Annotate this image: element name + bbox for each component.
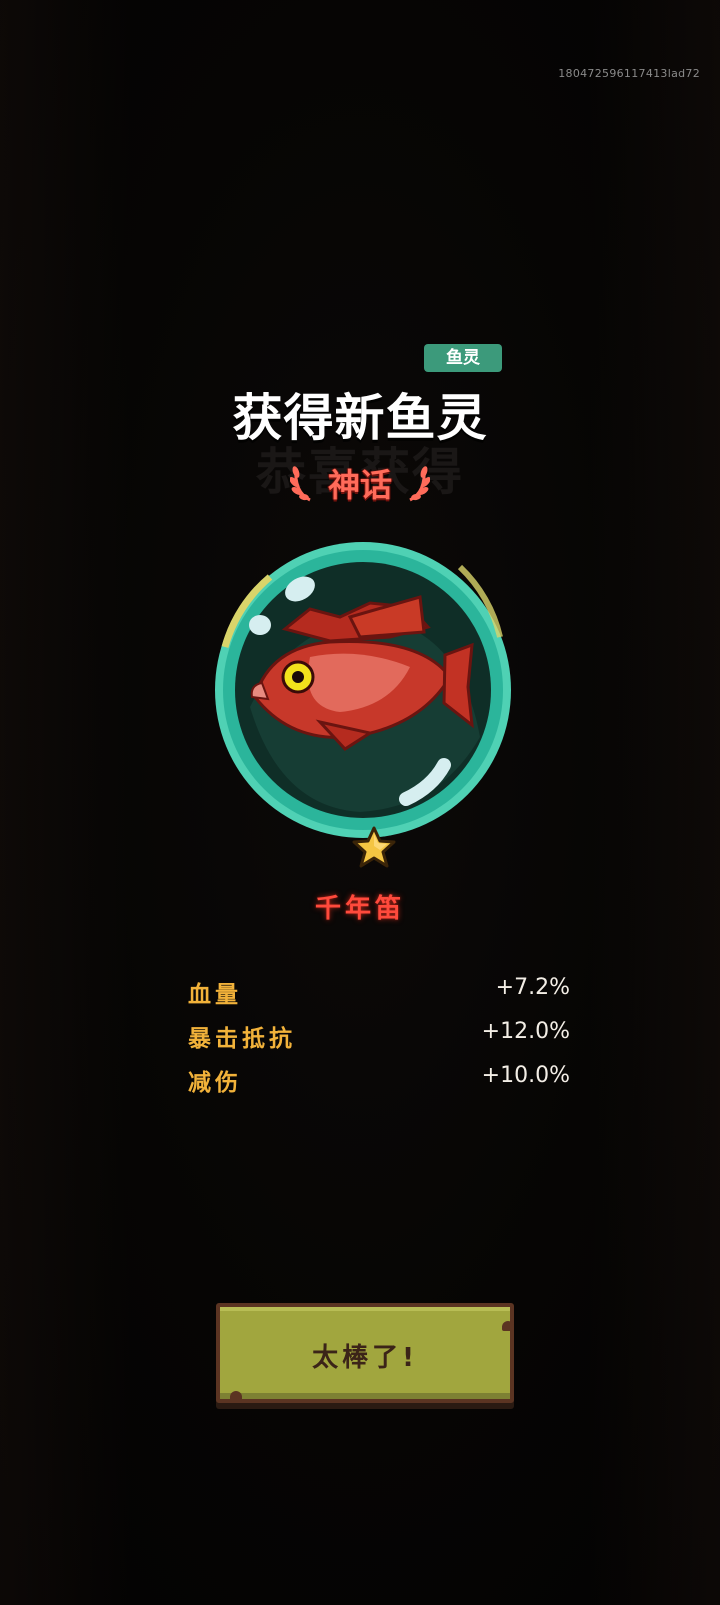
stats-list: 血量 +7.2% 暴击抵抗 +12.0% 减伤 +10.0% <box>188 975 570 1107</box>
bolt-decoration <box>230 1391 242 1401</box>
page-title: 获得新鱼灵 <box>232 389 488 447</box>
category-tag: 鱼灵 <box>424 344 502 372</box>
rarity-badge: 神话 <box>290 458 430 506</box>
fish-name: 千年笛 <box>314 894 405 924</box>
stat-name: 暴击抵抗 <box>188 1026 296 1052</box>
stat-value: +7.2% <box>495 975 570 1000</box>
stat-row: 血量 +7.2% <box>188 975 570 1019</box>
stat-row: 暴击抵抗 +12.0% <box>188 1019 570 1063</box>
stat-value: +10.0% <box>481 1063 570 1088</box>
stat-name: 减伤 <box>188 1070 242 1096</box>
laurel-right-icon <box>409 466 430 502</box>
fish-bubble <box>215 542 511 838</box>
star-icon <box>352 826 396 868</box>
confirm-button-label: 太棒了! <box>312 1343 418 1373</box>
stat-value: +12.0% <box>481 1019 570 1044</box>
rarity-label: 神话 <box>327 466 392 504</box>
stat-row: 减伤 +10.0% <box>188 1063 570 1107</box>
session-id: 180472596117413lad72 <box>558 67 700 80</box>
bolt-decoration <box>502 1321 514 1331</box>
stat-name: 血量 <box>188 982 242 1008</box>
laurel-left-icon <box>290 466 311 502</box>
confirm-button[interactable]: 太棒了! <box>216 1303 514 1403</box>
